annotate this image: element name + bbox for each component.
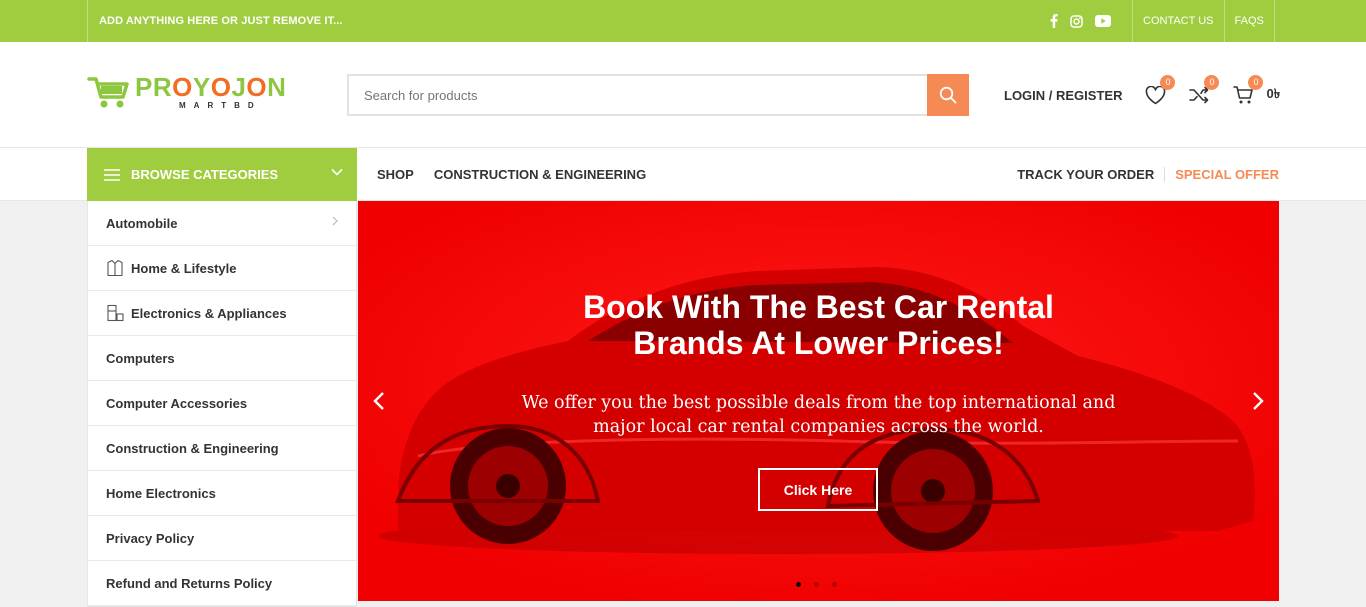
track-order-link[interactable]: TRACK YOUR ORDER: [1017, 167, 1166, 182]
slide-subtitle: We offer you the best possible deals fro…: [521, 393, 1116, 437]
category-item-label: Computer Accessories: [106, 395, 248, 411]
search-bar: [347, 74, 969, 116]
contact-us-link[interactable]: CONTACT US: [1132, 0, 1224, 42]
login-register-link[interactable]: LOGIN / REGISTER: [1004, 88, 1122, 103]
facebook-icon[interactable]: [1050, 14, 1058, 28]
instagram-icon[interactable]: [1070, 14, 1083, 28]
header-actions: LOGIN / REGISTER 0 0 0 0৳: [1004, 74, 1280, 116]
jacket-icon: [106, 259, 124, 277]
category-item-construction-engineering[interactable]: Construction & Engineering: [88, 426, 356, 471]
search-input[interactable]: [349, 76, 927, 114]
click-here-button[interactable]: Click Here: [758, 468, 878, 511]
category-item-electronics-appliances[interactable]: Electronics & Appliances: [88, 291, 356, 336]
site-logo[interactable]: PROYOJON MARTBD: [87, 73, 286, 113]
category-item-label: Refund and Returns Policy: [106, 575, 273, 591]
search-icon: [939, 86, 957, 104]
hero-slider: Book With The Best Car Rental Brands At …: [358, 201, 1279, 601]
youtube-icon[interactable]: [1095, 15, 1111, 27]
logo-name: PROYOJON: [135, 72, 287, 102]
menu-construction-engineering[interactable]: CONSTRUCTION & ENGINEERING: [434, 167, 646, 182]
category-item-home-lifestyle[interactable]: Home & Lifestyle: [88, 246, 356, 291]
menu-shop[interactable]: SHOP: [377, 167, 414, 182]
slider-dot-2[interactable]: [814, 582, 819, 587]
social-links: [1050, 0, 1111, 42]
chevron-right-icon: [332, 216, 338, 226]
compare-count-badge: 0: [1204, 75, 1220, 90]
cart-logo-icon: [87, 77, 129, 108]
category-item-home-electronics[interactable]: Home Electronics: [88, 471, 356, 516]
promo-text: ADD ANYTHING HERE OR JUST REMOVE IT...: [87, 0, 343, 42]
slider-dot-3[interactable]: [832, 582, 837, 587]
slider-prev-arrow-icon[interactable]: [373, 391, 385, 411]
category-item-label: Home & Lifestyle: [131, 260, 237, 276]
category-item-label: Construction & Engineering: [106, 440, 279, 456]
search-button[interactable]: [927, 74, 969, 116]
header: PROYOJON MARTBD LOGIN / REGISTER 0 0 0 0…: [0, 42, 1366, 148]
primary-menu: SHOP CONSTRUCTION & ENGINEERING: [377, 148, 666, 201]
menu-icon: [104, 168, 120, 181]
category-item-refund-returns[interactable]: Refund and Returns Policy: [88, 561, 356, 606]
category-item-label: Automobile: [106, 215, 178, 231]
top-bar: ADD ANYTHING HERE OR JUST REMOVE IT... C…: [0, 0, 1366, 42]
chevron-down-icon: [331, 168, 343, 176]
secondary-menu: TRACK YOUR ORDER SPECIAL OFFER: [1017, 148, 1279, 201]
main-nav: BROWSE CATEGORIES SHOP CONSTRUCTION & EN…: [0, 148, 1366, 201]
category-item-computer-accessories[interactable]: Computer Accessories: [88, 381, 356, 426]
browse-categories-button[interactable]: BROWSE CATEGORIES: [87, 148, 357, 201]
category-item-label: Privacy Policy: [106, 530, 195, 546]
slider-pagination: [796, 582, 837, 587]
category-item-computers[interactable]: Computers: [88, 336, 356, 381]
special-offer-link[interactable]: SPECIAL OFFER: [1165, 167, 1279, 182]
slider-dot-1[interactable]: [796, 582, 801, 587]
category-item-automobile[interactable]: Automobile: [88, 201, 356, 246]
wishlist-button[interactable]: 0: [1144, 75, 1176, 106]
cart-total[interactable]: 0৳: [1266, 85, 1280, 106]
category-sidebar: Automobile Home & Lifestyle Electronics …: [87, 201, 357, 607]
logo-subtitle: MARTBD: [179, 101, 262, 110]
category-item-label: Electronics & Appliances: [131, 305, 287, 321]
cart-button[interactable]: 0: [1232, 75, 1264, 106]
slide-title: Book With The Best Car Rental Brands At …: [583, 289, 1054, 361]
slider-next-arrow-icon[interactable]: [1252, 391, 1264, 411]
category-item-label: Computers: [106, 350, 175, 366]
faqs-link[interactable]: FAQS: [1223, 0, 1275, 42]
browse-categories-label: BROWSE CATEGORIES: [131, 167, 279, 182]
category-item-privacy-policy[interactable]: Privacy Policy: [88, 516, 356, 561]
category-item-label: Home Electronics: [106, 485, 216, 501]
compare-button[interactable]: 0: [1188, 75, 1220, 106]
wishlist-count-badge: 0: [1160, 75, 1176, 90]
main-content: Automobile Home & Lifestyle Electronics …: [0, 201, 1366, 607]
top-links: CONTACT US FAQS: [1132, 0, 1275, 42]
cart-count-badge: 0: [1248, 75, 1264, 90]
appliance-icon: [106, 304, 124, 322]
